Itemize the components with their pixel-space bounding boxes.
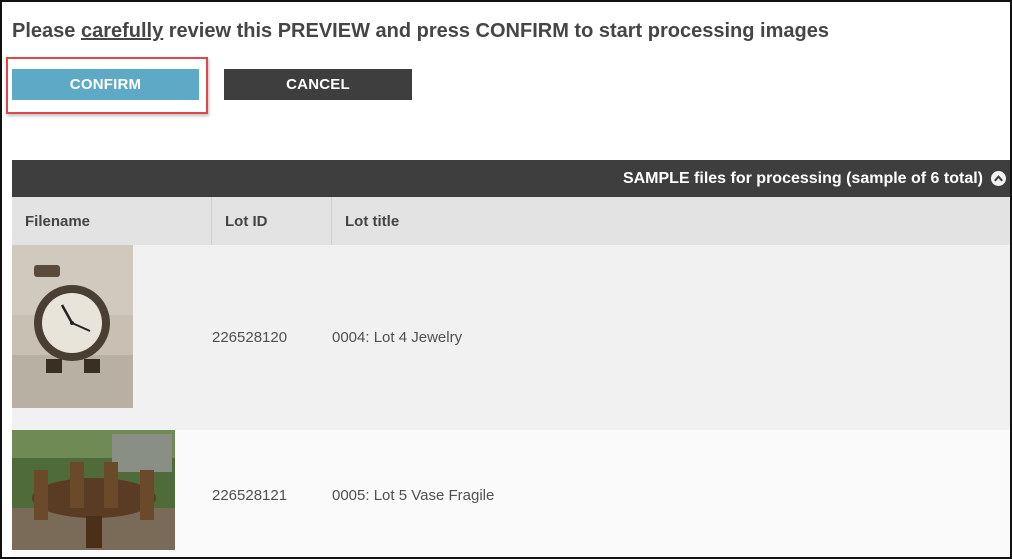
column-header-filename: Filename — [12, 197, 212, 245]
page-heading: Please carefully review this PREVIEW and… — [12, 20, 829, 43]
filename-cell — [12, 430, 212, 557]
table-caption-bar[interactable]: SAMPLE files for processing (sample of 6… — [12, 160, 1010, 197]
chevron-up-circle-icon[interactable] — [991, 171, 1006, 186]
heading-post: review this PREVIEW and press CONFIRM to… — [163, 20, 829, 42]
confirm-button[interactable]: CONFIRM — [12, 69, 199, 100]
column-header-lot-id: Lot ID — [212, 197, 332, 245]
lot-title-cell: 0004: Lot 4 Jewelry — [332, 329, 463, 346]
cancel-button[interactable]: CANCEL — [224, 69, 412, 100]
heading-emphasis: carefully — [80, 20, 164, 42]
clock-photo — [12, 245, 133, 408]
lot-id-cell: 226528120 — [212, 329, 288, 346]
filename-cell — [12, 245, 212, 430]
lot-id-cell: 226528121 — [212, 486, 288, 504]
sample-files-table: SAMPLE files for processing (sample of 6… — [12, 160, 1010, 557]
heading-pre: Please — [12, 20, 81, 42]
preview-panel: Please carefully review this PREVIEW and… — [0, 0, 1012, 559]
table-row: 226528121 0005: Lot 5 Vase Fragile — [12, 430, 1010, 557]
column-header-lot-title: Lot title — [345, 212, 400, 230]
lot-title-cell: 0005: Lot 5 Vase Fragile — [332, 486, 495, 504]
table-column-headers: Filename Lot ID Lot title — [12, 197, 1010, 245]
dining-table-photo — [12, 430, 175, 550]
table-row: 226528120 0004: Lot 4 Jewelry — [12, 245, 1010, 430]
table-caption: SAMPLE files for processing (sample of 6… — [622, 169, 983, 187]
